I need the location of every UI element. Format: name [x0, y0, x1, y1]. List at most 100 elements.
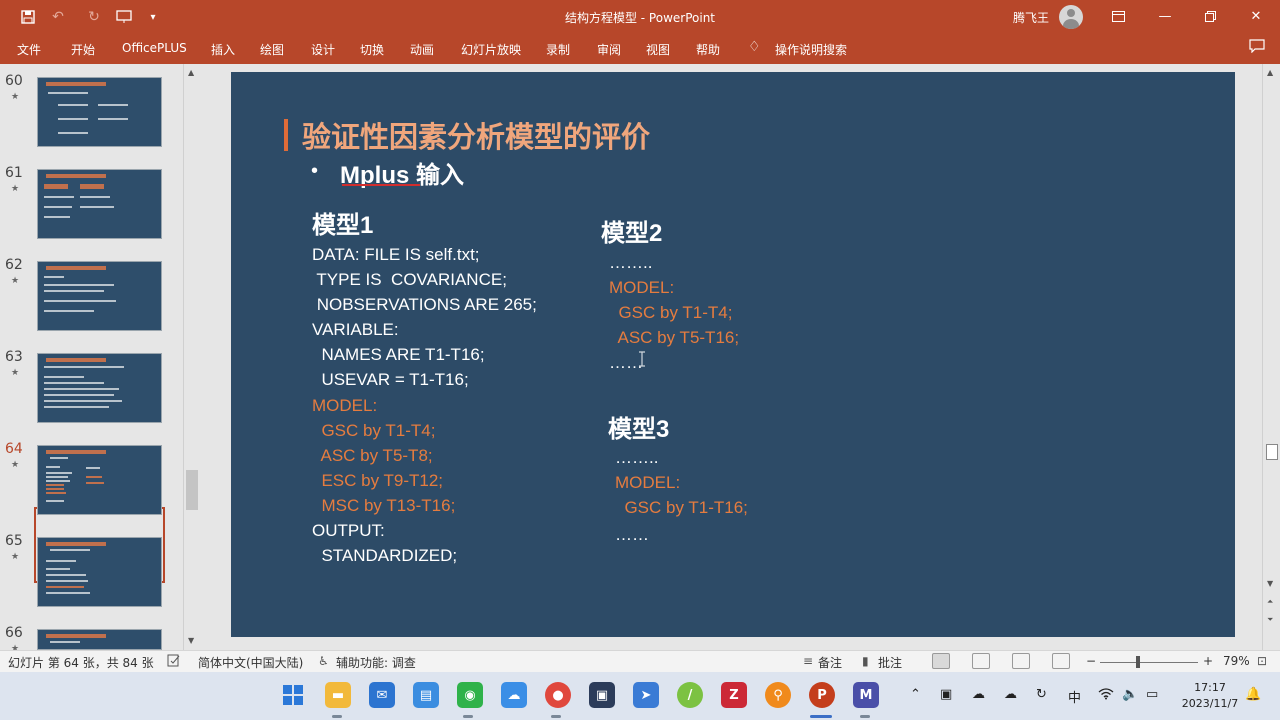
- next-slide-icon[interactable]: ⏷: [1267, 615, 1273, 625]
- model1-heading[interactable]: 模型1: [312, 205, 373, 240]
- scroll-up-arrow-icon[interactable]: ▲: [188, 68, 194, 77]
- code-line[interactable]: NAMES ARE T1-T16;: [312, 345, 484, 365]
- code-line[interactable]: STANDARDIZED;: [312, 546, 457, 566]
- slides-pane-scrollbar[interactable]: ▲ ▼: [183, 64, 199, 650]
- ribbon-display-icon[interactable]: [1105, 5, 1131, 27]
- battery-icon[interactable]: ▭: [1146, 687, 1158, 702]
- model-keyword[interactable]: MODEL:: [312, 396, 377, 416]
- reading-view-icon[interactable]: [1012, 653, 1030, 669]
- windows-start-icon[interactable]: [280, 682, 306, 708]
- editor-scrollbar[interactable]: ▲ ▼ ⏶ ⏷: [1262, 64, 1280, 650]
- model-line[interactable]: MSC by T13-T16;: [312, 496, 455, 516]
- spelling-check-icon[interactable]: [167, 654, 181, 670]
- tab-draw[interactable]: 绘图: [260, 41, 284, 58]
- model-line[interactable]: GSC by T1-T4;: [609, 303, 732, 323]
- zoom-out-button[interactable]: −: [1086, 654, 1096, 668]
- slide-thumbnail-60[interactable]: [37, 77, 162, 147]
- tab-transitions[interactable]: 切换: [360, 41, 384, 58]
- tray-overflow-icon[interactable]: ⌃: [910, 687, 921, 702]
- slide-thumbnail-64[interactable]: [37, 445, 162, 515]
- mail-icon[interactable]: ✉: [369, 682, 395, 708]
- ellipsis-line[interactable]: ……: [615, 525, 649, 545]
- model-line[interactable]: GSC by T1-T16;: [615, 498, 747, 518]
- scroll-up-arrow-icon[interactable]: ▲: [1267, 68, 1273, 77]
- zoom-in-button[interactable]: +: [1203, 654, 1213, 668]
- comments-button[interactable]: 批注: [878, 654, 902, 671]
- powerpoint-icon[interactable]: P: [809, 682, 835, 708]
- fit-to-window-icon[interactable]: ⊡: [1257, 654, 1267, 668]
- model3-heading[interactable]: 模型3: [608, 409, 669, 444]
- language-indicator[interactable]: 简体中文(中国大陆): [198, 654, 303, 671]
- tab-insert[interactable]: 插入: [211, 41, 235, 58]
- zoom-level[interactable]: 79%: [1223, 654, 1250, 668]
- model-line[interactable]: GSC by T1-T4;: [312, 421, 435, 441]
- code-line[interactable]: USEVAR = T1-T16;: [312, 370, 468, 390]
- files-icon[interactable]: ▤: [413, 682, 439, 708]
- zoom-slider-thumb[interactable]: [1135, 656, 1140, 668]
- tab-home[interactable]: 开始: [71, 41, 95, 58]
- model-keyword[interactable]: MODEL:: [615, 473, 680, 493]
- feishu-icon[interactable]: ➤: [633, 682, 659, 708]
- tray-cloud-icon[interactable]: ☁: [1004, 687, 1017, 702]
- model-keyword[interactable]: MODEL:: [609, 278, 674, 298]
- code-line[interactable]: TYPE IS COVARIANCE;: [312, 270, 507, 290]
- notes-icon[interactable]: ≡: [803, 654, 813, 668]
- tab-review[interactable]: 审阅: [597, 41, 621, 58]
- scrollbar-thumb[interactable]: [1266, 444, 1278, 460]
- model-line[interactable]: ASC by T5-T16;: [609, 328, 740, 348]
- tab-officeplus[interactable]: OfficePLUS: [122, 41, 187, 55]
- restore-icon[interactable]: [1197, 5, 1223, 27]
- scrollbar-thumb[interactable]: [186, 470, 198, 510]
- user-name[interactable]: 腾飞王: [1013, 9, 1049, 26]
- tray-app-icon[interactable]: ▣: [940, 687, 952, 702]
- close-icon[interactable]: ✕: [1243, 5, 1269, 27]
- accessibility-icon[interactable]: ♿: [318, 654, 329, 668]
- avatar[interactable]: [1059, 5, 1083, 29]
- comments-icon[interactable]: ▮: [862, 654, 869, 668]
- scroll-down-arrow-icon[interactable]: ▼: [188, 636, 194, 645]
- ime-indicator[interactable]: 中: [1068, 687, 1081, 706]
- ellipsis-line[interactable]: ……..: [609, 253, 652, 273]
- app-green-icon[interactable]: /: [677, 682, 703, 708]
- tab-help[interactable]: 帮助: [696, 41, 720, 58]
- code-line[interactable]: NOBSERVATIONS ARE 265;: [312, 295, 537, 315]
- wifi-icon[interactable]: [1098, 687, 1114, 704]
- app-dark-icon[interactable]: ▣: [589, 682, 615, 708]
- accessibility-status[interactable]: 辅助功能: 调查: [336, 654, 416, 671]
- scroll-down-arrow-icon[interactable]: ▼: [1267, 579, 1273, 588]
- slide-thumbnail-66[interactable]: [37, 629, 162, 650]
- ellipsis-line[interactable]: ……..: [615, 448, 658, 468]
- search-app-icon[interactable]: ⚲: [765, 682, 791, 708]
- slide-thumbnail-65[interactable]: [37, 537, 162, 607]
- chrome-icon[interactable]: ●: [545, 682, 571, 708]
- tab-animations[interactable]: 动画: [410, 41, 434, 58]
- code-line[interactable]: DATA: FILE IS self.txt;: [312, 245, 480, 265]
- previous-slide-icon[interactable]: ⏶: [1267, 597, 1273, 607]
- file-explorer-icon[interactable]: ▬: [325, 682, 351, 708]
- slide-thumbnail-61[interactable]: [37, 169, 162, 239]
- model2-heading[interactable]: 模型2: [601, 213, 662, 248]
- zotero-icon[interactable]: Z: [721, 682, 747, 708]
- slide-thumbnail-63[interactable]: [37, 353, 162, 423]
- mplus-icon[interactable]: M: [853, 682, 879, 708]
- code-line[interactable]: VARIABLE:: [312, 320, 399, 340]
- notifications-icon[interactable]: 🔔: [1245, 687, 1261, 702]
- tab-record[interactable]: 录制: [546, 41, 570, 58]
- onedrive-icon[interactable]: ☁: [972, 687, 985, 702]
- slide-sorter-view-icon[interactable]: [972, 653, 990, 669]
- model-line[interactable]: ASC by T5-T8;: [312, 446, 433, 466]
- tab-design[interactable]: 设计: [311, 41, 335, 58]
- slide-title[interactable]: 验证性因素分析模型的评价: [302, 114, 650, 156]
- comments-icon[interactable]: [1249, 39, 1265, 56]
- tab-view[interactable]: 视图: [646, 41, 670, 58]
- minimize-icon[interactable]: —: [1152, 5, 1178, 27]
- zoom-slider[interactable]: [1100, 662, 1198, 663]
- tab-file[interactable]: 文件: [17, 41, 41, 58]
- slideshow-view-icon[interactable]: [1052, 653, 1070, 669]
- code-line[interactable]: OUTPUT:: [312, 521, 385, 541]
- baidu-netdisk-icon[interactable]: ☁: [501, 682, 527, 708]
- tab-slideshow[interactable]: 幻灯片放映: [461, 41, 521, 58]
- current-slide[interactable]: 验证性因素分析模型的评价 • Mplus 输入 模型1 DATA: FILE I…: [231, 72, 1235, 637]
- model-line[interactable]: ESC by T9-T12;: [312, 471, 443, 491]
- slide-thumbnail-62[interactable]: [37, 261, 162, 331]
